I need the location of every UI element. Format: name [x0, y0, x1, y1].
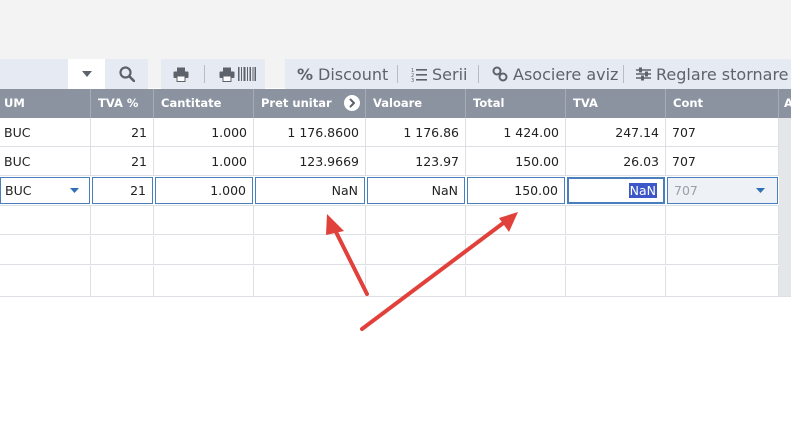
- annotation-arrows: [326, 212, 518, 331]
- annotation-arrow-pret-unitar: [326, 214, 369, 296]
- annotation-arrow-total: [360, 212, 518, 331]
